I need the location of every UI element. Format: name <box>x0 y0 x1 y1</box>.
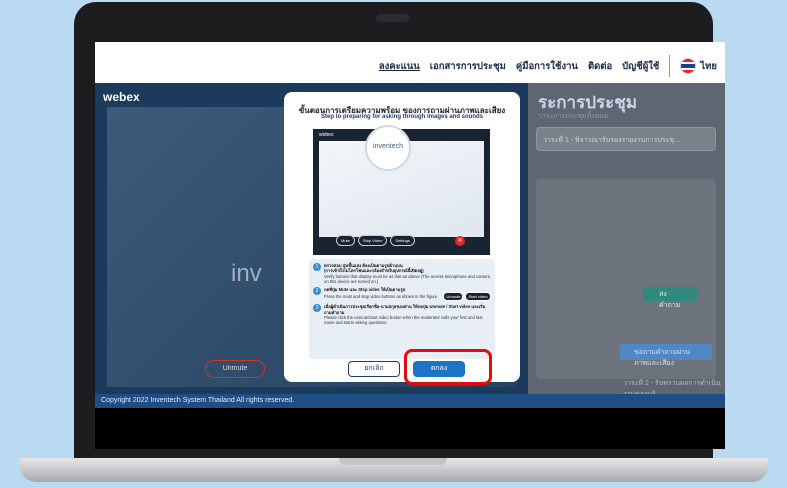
preview-settings-button: Settings <box>390 235 415 246</box>
ok-button-highlight <box>404 349 492 385</box>
step-1-desc: Verify buttons that display must be as t… <box>324 273 490 284</box>
preview-leave-icon: ✕ <box>455 236 465 246</box>
ask-video-button[interactable]: ขอถามคำถามผ่านภาพและเสียง <box>620 344 712 367</box>
preview-inventech-label: inventech <box>373 143 403 150</box>
laptop-camera <box>376 14 410 22</box>
top-nav: ลงคะแนน เอกสารการประชุม คู่มือการใช้งาน … <box>95 42 725 83</box>
step-3-desc: Please click the unmute/start video butt… <box>324 314 483 325</box>
step-1-subheading: (การเข้าถึงไมโครโฟนและกล้องสำหรับอุปกรณ์… <box>324 268 424 274</box>
agenda-subtitle: วาระการประชุมทั้งหมด <box>538 113 609 120</box>
preview-controls: Mute Stop Video Settings <box>336 235 415 246</box>
nav-documents[interactable]: เอกสารการประชุม <box>430 59 506 74</box>
modal-subtitle: Step to preparing for asking through ima… <box>320 114 483 120</box>
step-2-text: กดที่ปุ่ม Mute และ Stop video ให้เป็นตาม… <box>324 287 491 302</box>
instructions-box: 1 ตรวจสอบ ปุ่มขึ้นแสง ต้องเป็นตามรูปด้าน… <box>309 259 495 359</box>
nav-manual[interactable]: คู่มือการใช้งาน <box>516 59 578 74</box>
step-3: 3 เมื่อผู้ดำเนินการประชุมเรียกชื่อ-นามสก… <box>313 304 491 325</box>
step-2-number: 2 <box>313 287 321 295</box>
laptop-notch <box>339 458 447 465</box>
step-3-text: เมื่อผู้ดำเนินการประชุมเรียกชื่อ-นามสกุล… <box>324 304 491 325</box>
webex-logo: webex <box>103 90 140 104</box>
step-2-heading: กดที่ปุ่ม Mute และ Stop video ให้เป็นตาม… <box>324 287 406 292</box>
nav-items: ลงคะแนน เอกสารการประชุม คู่มือการใช้งาน … <box>379 55 717 77</box>
step-3-number: 3 <box>313 304 321 313</box>
nav-account[interactable]: บัญชีผู้ใช้ <box>622 59 659 74</box>
footer: Copyright 2022 Inventech System Thailand… <box>95 394 725 408</box>
preview-mute-button: Mute <box>336 235 355 246</box>
agenda-select[interactable]: วาระที่ 1 - พิจารณารับรองรายงานการประชุ.… <box>536 127 716 151</box>
step-1: 1 ตรวจสอบ ปุ่มขึ้นแสง ต้องเป็นตามรูปด้าน… <box>313 263 491 284</box>
send-question-button[interactable]: ส่งคำถาม <box>643 287 697 309</box>
cancel-button[interactable]: ยกเลิก <box>348 361 400 377</box>
thai-flag-icon <box>680 58 697 74</box>
mini-start-video-button: Start video <box>465 292 491 302</box>
step-1-text: ตรวจสอบ ปุ่มขึ้นแสง ต้องเป็นตามรูปด้านบน… <box>324 263 491 284</box>
step-2: 2 กดที่ปุ่ม Mute และ Stop video ให้เป็นต… <box>313 287 491 302</box>
step-2-mini-buttons: Unmute Start video <box>443 292 491 302</box>
inventech-logo-partial: inv <box>231 260 262 287</box>
nav-vote[interactable]: ลงคะแนน <box>379 59 420 74</box>
step-3-heading: เมื่อผู้ดำเนินการประชุมเรียกชื่อ-นามสกุล… <box>324 304 486 315</box>
preview-stop-video-button: Stop Video <box>357 235 388 246</box>
step-2-desc: Press the must and stop video buttons as… <box>324 294 439 300</box>
nav-contact[interactable]: ติดต่อ <box>588 59 612 74</box>
language-label: ไทย <box>700 60 717 72</box>
mini-unmute-button: Unmute <box>443 292 464 302</box>
nav-divider <box>669 55 671 77</box>
unmute-button[interactable]: Unmute <box>205 360 265 378</box>
preparation-modal: ขั้นตอนการเตรียมความพร้อม ของการถามผ่านภ… <box>284 92 520 382</box>
step-1-number: 1 <box>313 263 321 271</box>
preview-webex-logo: webex <box>319 132 334 138</box>
language-switch[interactable]: ไทย <box>680 58 717 74</box>
